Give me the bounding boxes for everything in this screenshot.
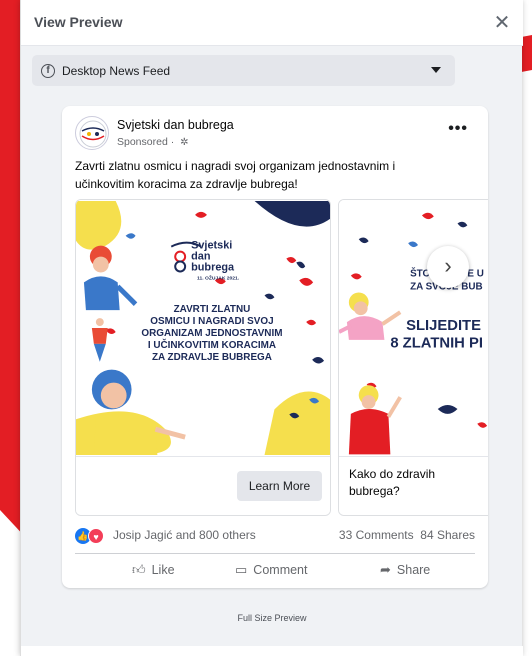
sponsored-label: Sponsored · ✲	[117, 136, 189, 148]
dialog-title: View Preview	[34, 14, 123, 30]
facebook-icon: f	[41, 64, 55, 78]
reactions-bar: 👍 ♥ Josip Jagić and 800 others 33 Commen…	[75, 527, 475, 545]
preview-dialog: View Preview ✕ f Desktop News Feed Svjet…	[20, 0, 523, 656]
headline-line-4: I UČINKOVITIM KORACIMA	[148, 339, 276, 351]
gear-icon: ✲	[180, 137, 189, 148]
bottom-bar	[21, 646, 523, 656]
card2-big-line-2: 8 ZLATNIH PI	[390, 336, 483, 352]
like-label: Like	[151, 563, 175, 577]
carousel-card-1[interactable]: Svjetski dan bubrega 11. OŽUJAK 2021. ZA…	[75, 199, 331, 516]
comment-label: Comment	[253, 563, 308, 577]
comments-count[interactable]: 33 Comments	[339, 528, 414, 542]
page-name[interactable]: Svjetski dan bubrega	[117, 118, 234, 132]
shares-count[interactable]: 84 Shares	[420, 528, 475, 542]
logo-line-3: bubrega	[191, 261, 235, 273]
share-button[interactable]: ➦ Share	[380, 562, 430, 578]
placement-dropdown[interactable]: f Desktop News Feed	[32, 55, 455, 86]
carousel-image-1: Svjetski dan bubrega 11. OŽUJAK 2021. ZA…	[76, 200, 330, 456]
carousel-card-2-footer: Kako do zdravih bubrega?	[339, 456, 488, 515]
dialog-header: View Preview ✕	[21, 0, 523, 46]
engagement-counts: 33 Comments 84 Shares	[339, 528, 475, 542]
divider	[75, 553, 475, 554]
full-size-preview-link[interactable]: Full Size Preview	[21, 613, 523, 623]
ad-post-card: Svjetski dan bubrega Sponsored · ✲ ••• Z…	[62, 106, 488, 588]
carousel-card-1-footer: Learn More	[76, 456, 330, 515]
card2-big-line-1: SLIJEDITE	[406, 318, 481, 334]
carousel-image-2: ŠTO MOŽETE U ZA SVOJE BUB SLIJEDITE 8 ZL…	[339, 200, 488, 456]
comment-button[interactable]: ▭ Comment	[235, 562, 307, 578]
carousel-card-2[interactable]: ŠTO MOŽETE U ZA SVOJE BUB SLIJEDITE 8 ZL…	[338, 199, 488, 516]
headline-line-1: ZAVRTI ZLATNU	[174, 304, 251, 315]
headline-line-3: ORGANIZAM JEDNOSTAVNIM	[141, 328, 282, 339]
carousel: Svjetski dan bubrega 11. OŽUJAK 2021. ZA…	[75, 199, 488, 517]
thumbs-up-icon: 👍︎	[132, 562, 146, 577]
learn-more-button[interactable]: Learn More	[237, 471, 322, 501]
more-options-button[interactable]: •••	[448, 120, 468, 138]
reactions-text[interactable]: Josip Jagić and 800 others	[113, 528, 256, 542]
stage: View Preview ✕ f Desktop News Feed Svjet…	[0, 0, 532, 656]
headline-line-2: OSMICU I NAGRADI SVOJ	[150, 316, 273, 327]
comment-icon: ▭	[235, 562, 248, 577]
close-icon[interactable]: ✕	[491, 12, 513, 34]
like-button[interactable]: 👍︎ Like	[132, 562, 175, 578]
avatar[interactable]	[75, 116, 109, 150]
chevron-down-icon	[431, 67, 441, 73]
placement-label: Desktop News Feed	[62, 64, 171, 78]
love-reaction-icon: ♥	[88, 528, 104, 544]
share-icon: ➦	[380, 562, 391, 577]
sponsored-text: Sponsored ·	[117, 136, 178, 148]
chevron-right-icon[interactable]: ›	[427, 246, 469, 288]
ad-text: Zavrti zlatnu osmicu i nagradi svoj orga…	[75, 159, 396, 191]
headline-line-5: ZA ZDRAVLJE BUBREGA	[152, 352, 272, 363]
share-label: Share	[396, 563, 431, 577]
post-actions: 👍︎ Like ▭ Comment ➦ Share	[75, 562, 475, 582]
carousel-card-2-title: Kako do zdravih bubrega?	[349, 467, 436, 498]
